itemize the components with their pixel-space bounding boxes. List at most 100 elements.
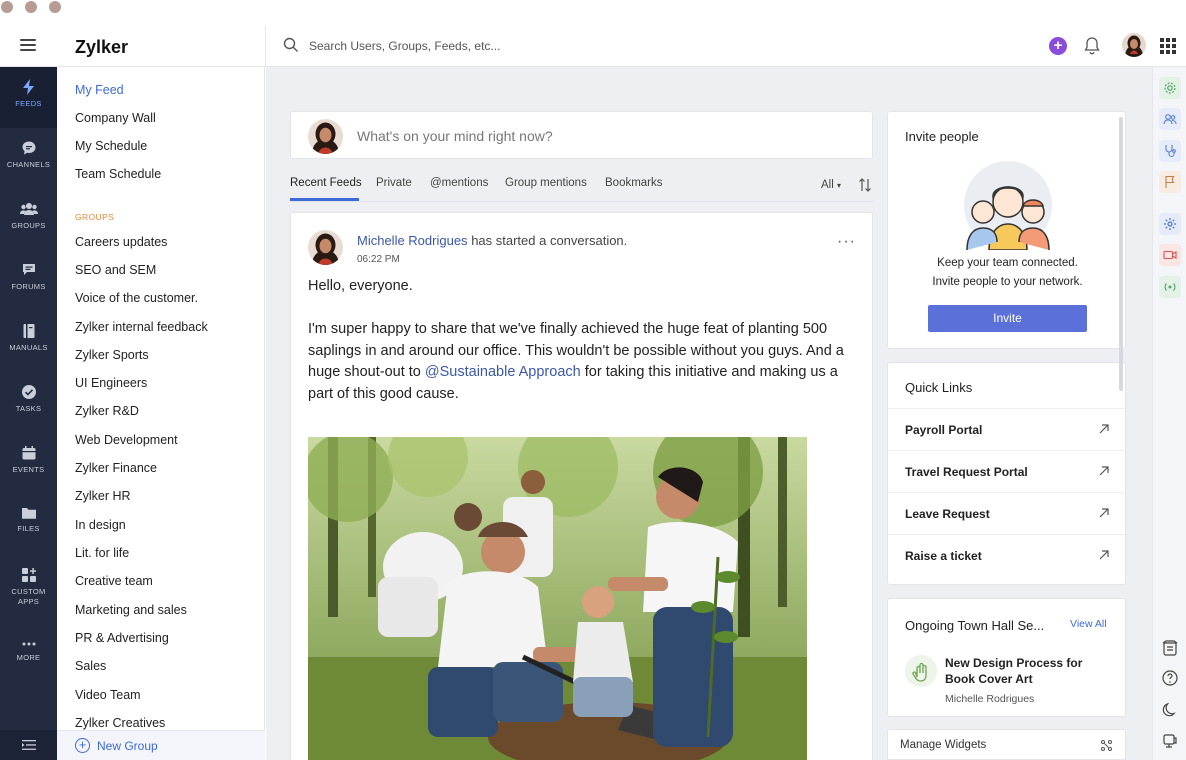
app-people-button[interactable] <box>1159 108 1181 130</box>
moon-icon[interactable] <box>1161 701 1179 719</box>
sidebar-group-item[interactable]: Voice of the customer. <box>75 291 198 305</box>
app-video-button[interactable] <box>1159 244 1181 266</box>
rail-label: GROUPS <box>11 221 46 230</box>
search-input[interactable] <box>309 36 709 56</box>
forum-icon <box>22 264 35 275</box>
post-author-name[interactable]: Michelle Rodrigues <box>357 233 468 248</box>
tab-group-mentions[interactable]: Group mentions <box>505 177 587 189</box>
custom-apps-icon <box>21 568 36 582</box>
cog-icon <box>1164 218 1176 230</box>
search-icon <box>283 37 298 52</box>
sidebar-group-item[interactable]: UI Engineers <box>75 376 147 390</box>
sidebar-group-item[interactable]: PR & Advertising <box>75 631 169 645</box>
sidebar-group-item[interactable]: Zylker Sports <box>75 348 149 362</box>
rail-forums[interactable]: FORUMS <box>0 250 57 311</box>
quick-links-widget: Quick Links Payroll Portal Travel Reques… <box>887 362 1127 585</box>
scrollbar[interactable] <box>1119 117 1123 391</box>
sidebar-group-item[interactable]: Zylker Creatives <box>75 716 165 730</box>
quick-link-leave[interactable]: Leave Request <box>888 492 1127 534</box>
post-image[interactable] <box>308 437 807 760</box>
sidebar-item-my-schedule[interactable]: My Schedule <box>75 139 147 153</box>
bell-icon[interactable] <box>1083 36 1101 56</box>
new-group-button[interactable]: + New Group <box>57 730 265 760</box>
rail-manuals[interactable]: MANUALS <box>0 311 57 372</box>
sidebar-group-item[interactable]: Zylker R&D <box>75 404 139 418</box>
sort-icon[interactable] <box>858 177 872 193</box>
manage-widgets-label: Manage Widgets <box>900 739 987 751</box>
people-icon <box>1163 114 1177 125</box>
filter-label: All <box>821 179 834 191</box>
manage-widgets-button[interactable]: Manage Widgets <box>887 729 1126 760</box>
town-hall-item-title[interactable]: New Design Process for Book Cover Art <box>945 656 1115 687</box>
app-stethoscope-button[interactable] <box>1159 140 1181 162</box>
sidebar-item-my-feed[interactable]: My Feed <box>75 83 124 97</box>
window-close-dot[interactable] <box>1 1 13 13</box>
quick-link-payroll[interactable]: Payroll Portal <box>888 408 1127 450</box>
tab-bookmarks[interactable]: Bookmarks <box>605 177 663 189</box>
rail-groups[interactable]: GROUPS <box>0 189 57 250</box>
app-flag-button[interactable] <box>1159 171 1181 193</box>
rail-more[interactable]: MORE <box>0 627 57 688</box>
rail-files[interactable]: FILES <box>0 494 57 555</box>
rail-tasks[interactable]: TASKS <box>0 372 57 433</box>
sidebar-group-item[interactable]: Video Team <box>75 688 141 702</box>
sidebar-group-item[interactable]: Careers updates <box>75 235 167 249</box>
module-rail: FEEDS CHANNELS GROUPS FORUMS MANUALS TAS… <box>0 67 57 760</box>
sidebar-group-item[interactable]: In design <box>75 518 126 532</box>
sidebar-group-item[interactable]: Lit. for life <box>75 546 129 560</box>
collapse-icon <box>21 740 36 750</box>
quick-link-travel[interactable]: Travel Request Portal <box>888 450 1127 492</box>
rail-feeds[interactable]: FEEDS <box>0 67 57 128</box>
sidebar-item-team-schedule[interactable]: Team Schedule <box>75 167 161 181</box>
collapse-rail[interactable] <box>0 730 57 760</box>
app-settings-button[interactable] <box>1159 213 1181 235</box>
book-icon <box>23 324 34 338</box>
composer-placeholder: What's on your mind right now? <box>357 128 553 144</box>
feed-tabs: Recent Feeds Private @mentions Group men… <box>290 173 873 202</box>
sidebar-group-item[interactable]: Creative team <box>75 574 153 588</box>
invite-button[interactable]: Invite <box>928 305 1087 332</box>
tab-private[interactable]: Private <box>376 177 412 189</box>
sidebar-group-item[interactable]: Web Development <box>75 433 178 447</box>
tab-mentions[interactable]: @mentions <box>430 177 488 189</box>
town-hall-item-author: Michelle Rodrigues <box>945 693 1035 705</box>
rail-channels[interactable]: CHANNELS <box>0 128 57 189</box>
filter-dropdown[interactable]: All ▾ <box>821 179 841 191</box>
post-author-avatar[interactable] <box>308 230 343 265</box>
sidebar-item-company-wall[interactable]: Company Wall <box>75 111 156 125</box>
app-gear-button[interactable] <box>1159 77 1181 99</box>
rail-custom-apps[interactable]: CUSTOM APPS <box>0 555 57 627</box>
news-icon[interactable] <box>1161 639 1179 657</box>
window-maximize-dot[interactable] <box>49 1 61 13</box>
sidebar-group-item[interactable]: Zylker Finance <box>75 461 157 475</box>
sidebar-group-item[interactable]: Marketing and sales <box>75 603 187 617</box>
sidebar-group-item[interactable]: Zylker internal feedback <box>75 320 208 334</box>
app-broadcast-button[interactable] <box>1159 276 1181 298</box>
post-more-button[interactable]: ··· <box>837 233 856 251</box>
rail-events[interactable]: EVENTS <box>0 433 57 494</box>
caret-down-icon: ▾ <box>836 181 841 190</box>
menu-icon[interactable] <box>20 39 36 51</box>
external-arrow-icon <box>1099 550 1109 560</box>
quick-link-ticket[interactable]: Raise a ticket <box>888 534 1127 576</box>
app-window: Zylker + FEEDS CHANNELS GROUPS FORUMS <box>0 26 1186 760</box>
user-avatar[interactable] <box>1122 33 1146 57</box>
quick-links-title: Quick Links <box>905 380 973 395</box>
rail-label: TASKS <box>15 404 42 413</box>
desk-icon[interactable] <box>1161 732 1179 750</box>
sidebar-group-item[interactable]: Zylker HR <box>75 489 131 503</box>
window-minimize-dot[interactable] <box>25 1 37 13</box>
post-composer[interactable]: What's on your mind right now? <box>290 111 873 159</box>
rail-label: MORE <box>16 653 41 662</box>
post-mention-link[interactable]: @Sustainable Approach <box>425 364 581 380</box>
town-hall-widget: Ongoing Town Hall Se... View All New Des… <box>887 598 1126 717</box>
tab-recent-feeds[interactable]: Recent Feeds <box>290 177 362 189</box>
help-icon[interactable] <box>1161 669 1179 687</box>
settings-sliders-icon <box>1101 740 1112 751</box>
sidebar-group-item[interactable]: Sales <box>75 659 106 673</box>
view-all-link[interactable]: View All <box>1070 618 1107 630</box>
apps-grid-icon[interactable] <box>1160 38 1176 54</box>
rail-label: MANUALS <box>9 343 48 352</box>
sidebar-group-item[interactable]: SEO and SEM <box>75 263 156 277</box>
add-button[interactable]: + <box>1049 37 1067 55</box>
